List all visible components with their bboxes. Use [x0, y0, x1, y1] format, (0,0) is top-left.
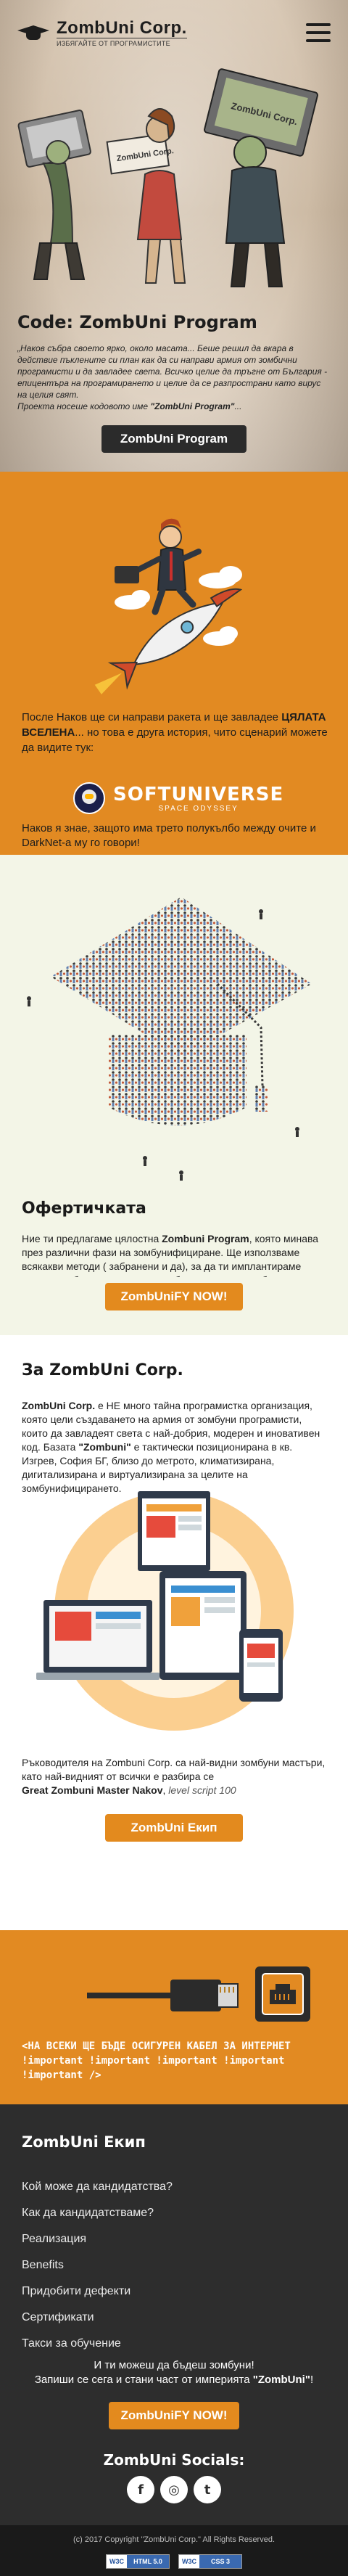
footer-section: ZombUni Екип Кой може да кандидатства? К… — [0, 2104, 348, 2525]
w3c-label: W3C — [107, 2555, 127, 2568]
zombuni-program-button[interactable]: ZombUni Program — [102, 425, 246, 453]
hero-paragraph-line2: Проекта носеше кодовото име — [17, 401, 151, 411]
footer-link-certificates[interactable]: Сертификати — [22, 2305, 173, 2331]
rocket-man-illustration — [94, 518, 243, 694]
tablet — [160, 1571, 246, 1680]
brand-title: ZombUni Corp. — [57, 17, 187, 38]
copyright: (c) 2017 Copyright "ZombUni Corp." All R… — [72, 2535, 276, 2544]
w3c-css3-badge[interactable]: W3C CSS 3 — [178, 2554, 242, 2569]
ethernet-port-icon — [255, 1966, 310, 2022]
about-level: level script 100 — [168, 1784, 236, 1796]
footer-cta-end: ! — [310, 2374, 314, 2386]
rocket-text: После Наков ще си направи ракета и ще за… — [22, 710, 330, 755]
ethernet-cable-illustration — [87, 1966, 310, 2022]
brand-subtitle: ИЗБЯГАЙТЕ ОТ ПРОГРАМИСТИТЕ — [57, 37, 187, 47]
rj45-plug — [170, 1980, 239, 2011]
css3-label: CSS 3 — [199, 2555, 241, 2568]
desktop-monitor — [138, 1491, 210, 1571]
devices-illustration — [36, 1491, 294, 1731]
hero-codename: "ZombUni Program" — [150, 401, 235, 411]
crowd-graduation-cap-illustration — [27, 897, 312, 1181]
zombie-programmers-illustration: ZombUni Corp. ZombUni Corp. — [17, 68, 318, 287]
footer-link-defects[interactable]: Придобити дефекти — [22, 2278, 173, 2305]
footer-link-fees[interactable]: Такси за обучение — [22, 2331, 173, 2357]
footer-zombunify-button[interactable]: ZombUniFY NOW! — [109, 2402, 239, 2429]
cable-section: <НА ВСЕКИ ЩЕ БЪДЕ ОСИГУРЕН КАБЕЛ ЗА ИНТЕ… — [0, 1930, 348, 2104]
facebook-icon[interactable]: f — [127, 2476, 154, 2503]
w3c-label: W3C — [179, 2555, 199, 2568]
zombunify-now-button[interactable]: ZombUniFY NOW! — [105, 1283, 243, 1310]
offer-button-row: ZombUniFY NOW! — [0, 1277, 348, 1335]
crowd-cap-top — [51, 897, 312, 1057]
phone — [239, 1629, 283, 1702]
hero-section: ZombUni Corp. ИЗБЯГАЙТЕ ОТ ПРОГРАМИСТИТЕ… — [0, 0, 348, 472]
twitter-icon[interactable]: t — [194, 2476, 221, 2503]
footer-cta-line1: И ти можеш да бъдеш зомбуни! — [94, 2359, 254, 2371]
hero-paragraph: „Наков събра своето ярко, около масата..… — [17, 342, 331, 412]
about-note: Ръководителя на Zombuni Corp. са най-вид… — [22, 1756, 326, 1797]
hero-paragraph-main: „Наков събра своето ярко, около масата..… — [17, 343, 328, 400]
about-note-before: Ръководителя на Zombuni Corp. са най-вид… — [22, 1757, 326, 1782]
offer-title: Офертичката — [22, 1199, 146, 1218]
logo-text: ZombUni Corp. ИЗБЯГАЙТЕ ОТ ПРОГРАМИСТИТЕ — [57, 17, 187, 47]
laptop — [36, 1600, 160, 1680]
hero-content: Code: ZombUni Program „Наков събра своет… — [17, 312, 331, 453]
validation-badges: W3C HTML 5.0 W3C CSS 3 — [0, 2554, 348, 2569]
hero-heading: Code: ZombUni Program — [17, 312, 257, 332]
footer-links: Кой може да кандидатства? Как да кандида… — [22, 2174, 173, 2357]
brand-logo[interactable]: ZombUni Corp. ИЗБЯГАЙТЕ ОТ ПРОГРАМИСТИТЕ — [17, 17, 187, 47]
softuniverse-subtitle: SPACE ODYSSEY — [158, 804, 239, 813]
zombuni-team-button[interactable]: ZombUni Екип — [105, 1814, 243, 1842]
footer-link-realization[interactable]: Реализация — [22, 2226, 173, 2252]
cable-text: <НА ВСЕКИ ЩЕ БЪДЕ ОСИГУРЕН КАБЕЛ ЗА ИНТЕ… — [22, 2040, 291, 2081]
instagram-icon[interactable]: ◎ — [160, 2476, 188, 2503]
rocket-note: Наков я знае, защото има трето полукълбо… — [22, 822, 316, 849]
bottom-bar: (c) 2017 Copyright "ZombUni Corp." All R… — [0, 2525, 348, 2576]
about-text-bold: ZombUni Corp. — [22, 1400, 96, 1411]
footer-title: ZombUni Екип — [22, 2133, 146, 2151]
footer-link-how-to-apply[interactable]: Как да кандидатстваме? — [22, 2200, 173, 2226]
cable-wire — [87, 1993, 174, 1998]
about-title: За ZombUni Corp. — [22, 1361, 183, 1379]
softuniverse-title: SOFTUNIVERSE — [113, 783, 284, 805]
zombie-middle: ZombUni Corp. — [106, 108, 186, 284]
offer-text-bold: Zombuni Program — [162, 1233, 249, 1244]
footer-link-benefits[interactable]: Benefits — [22, 2252, 173, 2278]
w3c-html5-badge[interactable]: W3C HTML 5.0 — [106, 2554, 170, 2569]
footer-cta-bold: "ZombUni" — [252, 2374, 310, 2386]
footer-cta-line2: Запиши се сега и стани част от империята — [34, 2374, 253, 2386]
zombie-right: ZombUni Corp. — [204, 68, 318, 287]
softuniverse-astronaut-icon — [73, 782, 105, 814]
navbar: ZombUni Corp. ИЗБЯГАЙТЕ ОТ ПРОГРАМИСТИТЕ — [0, 0, 348, 65]
softuniverse-logo[interactable]: SOFTUNIVERSE SPACE ODYSSEY — [72, 780, 290, 816]
hero-paragraph-end: ... — [234, 401, 242, 411]
html5-label: HTML 5.0 — [127, 2555, 169, 2568]
footer-cta: И ти можеш да бъдеш зомбуни! Запиши се с… — [29, 2358, 319, 2387]
about-base-name: "Zombuni" — [78, 1441, 131, 1453]
socials-title: ZombUni Socials: — [103, 2451, 245, 2469]
offer-text-before: Ние ти предлагаме цялостна — [22, 1233, 162, 1244]
softuniverse-text: SOFTUNIVERSE SPACE ODYSSEY — [113, 784, 283, 813]
rocket-text-before: После Наков ще си направи ракета и ще за… — [22, 711, 282, 723]
about-section: За ZombUni Corp. ZombUni Corp. е НЕ мног… — [0, 1335, 348, 1930]
offer-section: Офертичката Ние ти предлагаме цялостна Z… — [0, 855, 348, 1327]
graduation-cap-icon — [17, 22, 49, 43]
about-leader: Great Zombuni Master Nakov — [22, 1784, 163, 1796]
zombie-left — [17, 110, 91, 280]
rocket-section: После Наков ще си направи ракета и ще за… — [0, 472, 348, 855]
crowd-cap-base — [109, 1035, 246, 1125]
hamburger-menu-icon[interactable] — [306, 23, 331, 42]
footer-link-who-can-apply[interactable]: Кой може да кандидатства? — [22, 2174, 173, 2200]
social-icons: f ◎ t — [0, 2476, 348, 2503]
